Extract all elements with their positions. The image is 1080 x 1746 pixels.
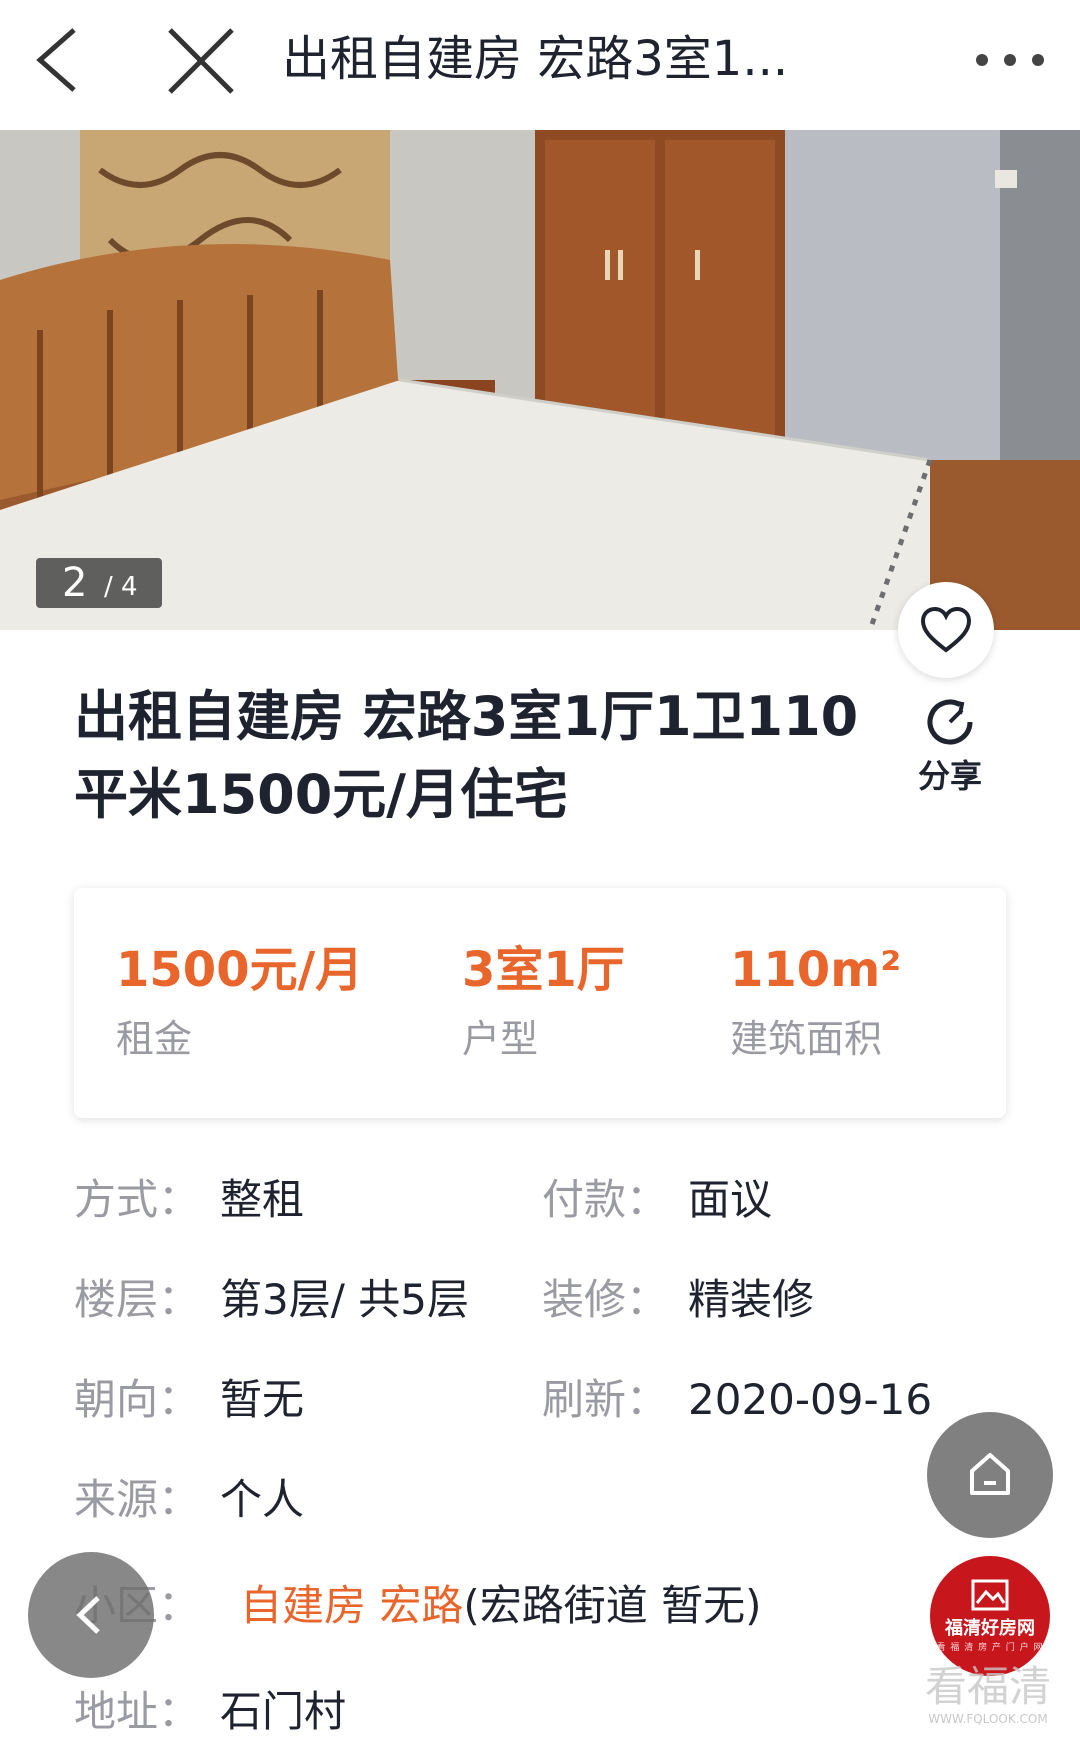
favorite-button[interactable] [898,582,994,678]
address-label: 地址： [74,1687,201,1736]
detail-address: 地址： 石门村 [74,1684,346,1740]
detail-refresh: 刷新： 2020-09-16 [542,1372,932,1428]
chevron-left-icon[interactable] [30,20,110,100]
float-back-button[interactable] [28,1552,154,1678]
area-value: 110m² [730,942,902,998]
detail-decoration: 装修： 精装修 [542,1272,814,1328]
brand-logo[interactable]: 福清好房网 看 福 清 房 产 门 户 网 [930,1556,1050,1676]
decoration-value: 精装修 [688,1275,815,1324]
summary-layout: 3室1厅 户型 [462,940,625,1064]
gallery-current: 2 [62,560,88,606]
detail-source: 来源： 个人 [74,1472,304,1528]
community-extra: (宏路街道 暂无) [463,1581,762,1630]
floor-label: 楼层： [74,1275,201,1324]
layout-value: 3室1厅 [462,942,625,998]
refresh-value: 2020-09-16 [688,1375,933,1424]
summary-area: 110m² 建筑面积 [730,940,901,1064]
watermark: 看福清 WWW.FQLOOK.COM [918,1662,1058,1742]
watermark-text: 看福清 [924,1662,1051,1711]
orientation-value: 暂无 [220,1375,305,1424]
home-icon [970,1453,1010,1495]
listing-photo[interactable] [0,130,1080,630]
mode-label: 方式： [74,1175,201,1224]
source-label: 来源： [74,1475,201,1524]
rent-value: 1500元/月 [116,942,364,998]
summary-card: 1500元/月 租金 3室1厅 户型 110m² 建筑面积 [74,888,1006,1118]
watermark-url: WWW.FQLOOK.COM [928,1712,1048,1726]
detail-orientation: 朝向： 暂无 [74,1372,304,1428]
detail-community: 小区：自建房 宏路(宏路街道 暂无) [74,1578,762,1634]
detail-payment: 付款： 面议 [542,1172,772,1228]
refresh-label: 刷新： [542,1375,669,1424]
layout-label: 户型 [462,1017,539,1061]
gallery-total: / 4 [104,572,138,602]
share-label: 分享 [917,757,982,795]
address-value: 石门村 [220,1687,347,1736]
listing-title: 出租自建房 宏路3室1厅1卫110平米1500元/月住宅 [74,685,859,826]
community-link[interactable]: 自建房 宏路 [240,1581,463,1630]
chevron-left-icon [76,1596,100,1634]
brand-slogan: 看 福 清 房 产 门 户 网 [936,1643,1044,1653]
mode-value: 整租 [220,1175,305,1224]
payment-value: 面议 [688,1175,773,1224]
detail-mode: 方式： 整租 [74,1172,304,1228]
brand-name: 福清好房网 [945,1618,1035,1639]
orientation-label: 朝向： [74,1375,201,1424]
payment-label: 付款： [542,1175,669,1224]
more-dots-icon[interactable] [970,35,1050,85]
area-label: 建筑面积 [730,1017,883,1061]
house-image-icon [971,1579,1009,1611]
heart-icon [920,606,972,653]
gallery-counter: 2 / 4 [36,558,162,608]
detail-floor: 楼层： 第3层/ 共5层 [74,1272,469,1328]
source-value: 个人 [220,1475,305,1524]
decoration-label: 装修： [542,1275,669,1324]
floor-value: 第3层/ 共5层 [220,1275,469,1324]
close-icon[interactable] [160,20,240,100]
page-title: 出租自建房 宏路3室1... [282,31,789,87]
share-button[interactable]: 分享 [900,694,1000,804]
home-button[interactable] [927,1412,1053,1538]
summary-rent: 1500元/月 租金 [116,940,363,1064]
top-bar: 出租自建房 宏路3室1... [0,0,1080,131]
share-icon [927,699,973,745]
rent-label: 租金 [116,1017,193,1061]
